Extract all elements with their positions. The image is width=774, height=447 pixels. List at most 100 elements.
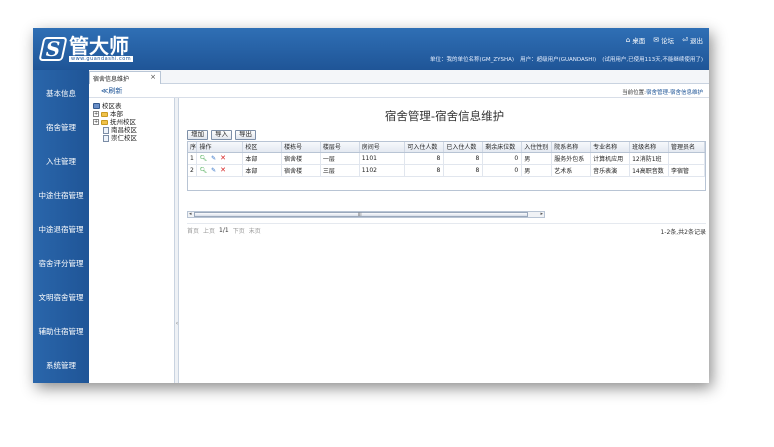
cell-occupied: 8 (443, 152, 484, 165)
tree-root[interactable]: 校区表 (93, 102, 170, 110)
add-button[interactable]: 增加 (187, 130, 208, 140)
grip-icon: III (358, 212, 362, 217)
tree-node-fuzhou[interactable]: + 抚州校区 (93, 118, 170, 126)
tree-node-label: 本部 (110, 110, 123, 118)
scroll-left-icon[interactable]: ◂ (189, 211, 192, 217)
cell-index: 2 (188, 164, 198, 177)
scrollbar-thumb[interactable]: III (194, 212, 528, 217)
delete-icon[interactable]: ✕ (220, 154, 226, 162)
cell-actions: 🔍︎ ✎ ✕ (196, 152, 244, 165)
logout-link[interactable]: ⏎ 退出 (682, 35, 703, 45)
export-button[interactable]: 导出 (235, 130, 256, 140)
expand-icon[interactable]: + (93, 111, 99, 117)
table-row[interactable]: 1 🔍︎ ✎ ✕ 本部 宿舍楼 一层 1101 8 8 0 男 服务外包系 计算… (188, 152, 705, 165)
refresh-link[interactable]: ≪刷新 (101, 86, 122, 96)
cell-actions: 🔍︎ ✎ ✕ (196, 164, 244, 177)
col-building[interactable]: 楼栋号 (281, 142, 321, 153)
cell-manager (668, 152, 705, 165)
document-icon (103, 126, 109, 134)
app-window: S 管大师 www.guandashi.com ⌂ 桌面 ✉ 论坛 ⏎ 退出 单… (33, 28, 709, 383)
col-occupied[interactable]: 已入住人数 (443, 142, 484, 153)
folder-icon (101, 119, 108, 125)
trial-status: (试用用户,已使用113天,不能继续使用了) (602, 57, 703, 63)
document-icon (103, 134, 109, 142)
record-count: 1-2条,共2条记录 (660, 229, 706, 236)
forum-link[interactable]: ✉ 论坛 (653, 35, 674, 45)
col-major[interactable]: 专业名称 (590, 142, 631, 153)
tree-root-label: 校区表 (102, 102, 122, 110)
tree-node-label: 崇仁校区 (111, 134, 137, 142)
import-button[interactable]: 导入 (211, 130, 232, 140)
logo-name: 管大师 (69, 34, 129, 58)
cell-department: 艺术系 (551, 164, 592, 177)
nav-checkin-management[interactable]: 入住管理 (33, 144, 89, 178)
col-department[interactable]: 院系名称 (551, 142, 592, 153)
desktop-link-label: 桌面 (632, 37, 646, 45)
col-manager[interactable]: 管理员名 (668, 142, 705, 153)
delete-icon[interactable]: ✕ (220, 166, 226, 174)
horizontal-scrollbar[interactable]: ◂ III ▸ (187, 211, 545, 218)
breadcrumb: 当前位置:宿舍管理-宿舍信息维护 (622, 88, 703, 96)
dorm-table: 序 操作 校区 楼栋号 楼层号 房间号 可入住人数 已入住人数 剩余床位数 入住… (187, 141, 706, 191)
scroll-right-icon[interactable]: ▸ (540, 211, 543, 217)
user-name: 用户：超级用户(GUANDASHI) (520, 57, 597, 63)
panel-splitter[interactable]: ‹ (175, 98, 179, 383)
nav-civil-dorm[interactable]: 文明宿舍管理 (33, 281, 89, 315)
forum-link-label: 论坛 (661, 37, 675, 45)
nav-dorm-management[interactable]: 宿舍管理 (33, 110, 89, 144)
collapse-handle-icon[interactable]: ‹ (175, 316, 179, 332)
col-gender[interactable]: 入住性别 (521, 142, 553, 153)
nav-midway-stay[interactable]: 中途住宿管理 (33, 178, 89, 212)
toolbar: 增加 导入 导出 (187, 130, 256, 140)
col-capacity[interactable]: 可入住人数 (404, 142, 445, 153)
view-icon[interactable]: 🔍︎ (199, 167, 207, 174)
pager: 首页 上页 1/1 下页 末页 1-2条,共2条记录 (187, 223, 706, 236)
cell-floor: 一层 (320, 152, 360, 165)
next-page-link[interactable]: 下页 (233, 226, 245, 235)
table-row[interactable]: 2 🔍︎ ✎ ✕ 本部 宿舍楼 三层 1102 8 8 0 男 艺术系 音乐表演… (188, 164, 705, 177)
col-class[interactable]: 班级名称 (629, 142, 670, 153)
col-floor[interactable]: 楼层号 (320, 142, 360, 153)
last-page-link[interactable]: 末页 (249, 226, 261, 235)
tab-bar: 宿舍信息维护 × (89, 70, 709, 84)
nav-system[interactable]: 系统管理 (33, 349, 89, 383)
cell-occupied: 8 (443, 164, 484, 177)
breadcrumb-link[interactable]: 宿舍管理-宿舍信息维护 (646, 90, 703, 96)
nav-aux-stay[interactable]: 辅助住宿管理 (33, 315, 89, 349)
tree-node-label: 南昌校区 (111, 126, 137, 134)
cell-department: 服务外包系 (551, 152, 592, 165)
cell-room: 1101 (359, 152, 406, 165)
desktop-link[interactable]: ⌂ 桌面 (626, 35, 645, 45)
cell-remaining: 0 (482, 152, 523, 165)
edit-icon[interactable]: ✎ (211, 155, 216, 162)
chat-icon: ✉ (653, 36, 660, 44)
close-icon[interactable]: × (150, 73, 156, 81)
nav-midway-checkout[interactable]: 中途退宿管理 (33, 212, 89, 246)
cell-gender: 男 (521, 152, 553, 165)
cell-major: 计算机应用 (590, 152, 631, 165)
col-room[interactable]: 房间号 (359, 142, 406, 153)
view-icon[interactable]: 🔍︎ (199, 155, 207, 162)
tree-node-main[interactable]: + 本部 (93, 110, 170, 118)
left-nav: 基本信息 宿舍管理 入住管理 中途住宿管理 中途退宿管理 宿舍评分管理 文明宿舍… (33, 70, 89, 383)
tree-node-chongren[interactable]: 崇仁校区 (93, 134, 170, 142)
expand-icon[interactable]: + (93, 119, 99, 125)
cell-major: 音乐表演 (590, 164, 631, 177)
cell-building: 宿舍楼 (281, 152, 321, 165)
col-index[interactable]: 序 (188, 142, 198, 153)
col-actions[interactable]: 操作 (196, 142, 244, 153)
col-campus[interactable]: 校区 (242, 142, 283, 153)
tree-node-nanchang[interactable]: 南昌校区 (93, 126, 170, 134)
prev-page-link[interactable]: 上页 (203, 226, 215, 235)
tree-node-label: 抚州校区 (110, 118, 136, 126)
home-icon: ⌂ (625, 36, 631, 44)
col-remaining[interactable]: 剩余床位数 (482, 142, 523, 153)
edit-icon[interactable]: ✎ (211, 167, 216, 174)
exit-icon: ⏎ (682, 36, 688, 44)
first-page-link[interactable]: 首页 (187, 226, 199, 235)
nav-dorm-rating[interactable]: 宿舍评分管理 (33, 247, 89, 281)
tab-dorm-info[interactable]: 宿舍信息维护 × (89, 71, 161, 84)
nav-basic-info[interactable]: 基本信息 (33, 76, 89, 110)
cell-manager: 李宿管 (668, 164, 705, 177)
breadcrumb-prefix: 当前位置: (622, 90, 646, 96)
